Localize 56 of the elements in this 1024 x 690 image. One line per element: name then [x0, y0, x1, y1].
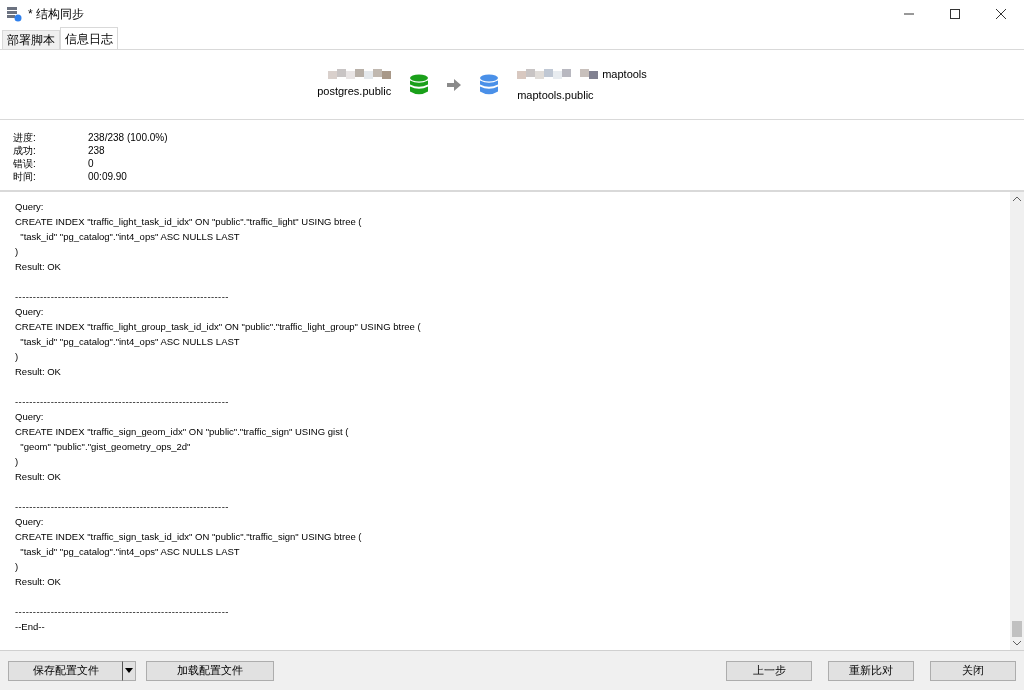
log-line: ) — [15, 245, 20, 259]
arrow-right-icon — [447, 78, 462, 91]
separator-line: ------------------------------------------------------------ — [15, 395, 229, 409]
database-icon — [479, 73, 500, 96]
scroll-down-icon[interactable] — [1013, 641, 1021, 646]
log-line: Query: — [15, 200, 45, 214]
log-line: Result: OK — [15, 365, 62, 379]
log-line: "task_id" "pg_catalog"."int4_ops" ASC NULLS LAST — [19, 230, 241, 244]
log-line: Result: OK — [15, 260, 62, 274]
stat-value: 00:09.90 — [88, 170, 127, 183]
log-line: Query: — [15, 305, 45, 319]
save-config-button[interactable]: 保存配置文件 — [8, 660, 122, 681]
load-config-button[interactable]: 加载配置文件 — [146, 660, 274, 681]
schema-name: postgres.public — [317, 84, 392, 100]
log-line: ) — [15, 350, 20, 364]
log-line: "task_id" "pg_catalog"."int4_ops" ASC NULLS LAST — [19, 335, 241, 349]
separator-line: ------------------------------------------------------------ — [15, 605, 229, 619]
separator-line: ------------------------------------------------------------ — [15, 290, 229, 304]
separator-line: ------------------------------------------------------------ — [15, 500, 229, 514]
log-line: Query: — [15, 410, 45, 424]
stat-label: 错误: — [13, 157, 37, 170]
log-line: Query: — [15, 515, 45, 529]
log-line: ) — [15, 455, 20, 469]
log-line: CREATE INDEX "traffic_sign_geom_idx" ON "public"."traffic_sign" USING gist ( — [15, 425, 350, 439]
log-line: Result: OK — [15, 575, 62, 589]
scroll-up-icon[interactable] — [1013, 196, 1021, 201]
log-line: CREATE INDEX "traffic_sign_task_id_idx" ON "public"."traffic_sign" USING btree ( — [15, 530, 363, 544]
stat-value: 238/238 (100.0%) — [88, 131, 168, 144]
log-line: Result: OK — [15, 470, 62, 484]
caret-icon — [125, 668, 133, 673]
database-sync-icon — [6, 6, 22, 22]
database-icon — [409, 73, 430, 96]
dialog-button[interactable]: 上一步 — [726, 660, 812, 681]
log-line: "task_id" "pg_catalog"."int4_ops" ASC NULLS LAST — [19, 545, 241, 559]
window-title: * 结构同步 — [28, 6, 84, 23]
stat-label: 成功: — [13, 144, 37, 157]
log-line: ) — [15, 560, 20, 574]
tab[interactable]: 信息日志 — [60, 27, 118, 49]
stat-label: 时间: — [13, 170, 37, 183]
stat-value: 0 — [88, 157, 94, 170]
dialog-button[interactable]: 关闭 — [930, 660, 1016, 681]
dialog-button[interactable]: 重新比对 — [828, 660, 914, 681]
log-line: --End-- — [15, 620, 46, 634]
log-line: CREATE INDEX "traffic_light_group_task_id_idx" ON "public"."traffic_light_group" USING btree ( — [15, 320, 422, 334]
log-line: CREATE INDEX "traffic_light_task_id_idx" ON "public"."traffic_light" USING btree ( — [15, 215, 363, 229]
connection-name: maptools — [602, 67, 647, 82]
log-line: "geom" "public"."gist_geometry_ops_2d" — [19, 440, 192, 454]
stat-value: 238 — [88, 144, 105, 157]
close-icon — [996, 9, 1006, 19]
scroll-thumb[interactable] — [1012, 621, 1022, 637]
stat-label: 进度: — [13, 131, 37, 144]
schema-name: maptools.public — [517, 87, 594, 103]
maximize-icon — [950, 9, 960, 19]
dropdown-button[interactable] — [122, 660, 136, 681]
tab[interactable]: 部署脚本 — [2, 30, 60, 49]
redacted-blur-drawing — [328, 69, 392, 80]
